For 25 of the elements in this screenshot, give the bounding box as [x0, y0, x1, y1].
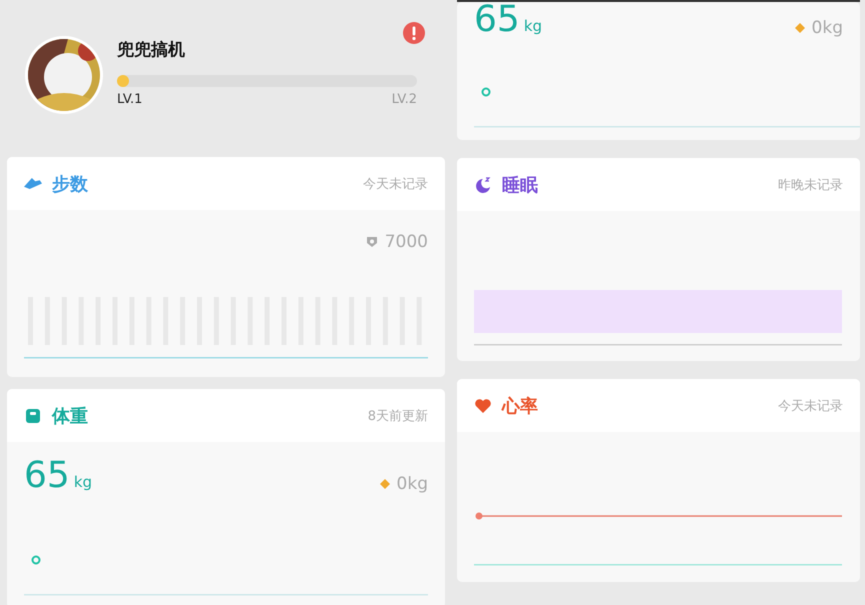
status-text: 8天前更新 — [368, 408, 428, 424]
goal-text: 7000 — [384, 232, 428, 252]
diamond-icon — [794, 22, 806, 34]
card-title: 体重 — [52, 404, 88, 428]
card-title: 睡眠 — [502, 174, 538, 196]
status-text: 今天未记录 — [778, 398, 843, 414]
card-title: 步数 — [52, 172, 88, 196]
shield-icon — [364, 235, 379, 249]
moon-icon — [474, 176, 492, 194]
change-text: 0kg — [812, 18, 843, 38]
alert-icon[interactable] — [403, 22, 425, 44]
status-text: 今天未记录 — [363, 176, 428, 192]
unit-text: kg — [74, 473, 92, 491]
status-text: 昨晚未记录 — [778, 176, 843, 194]
weight-value: 65 — [474, 2, 520, 38]
level-label: LV.1 — [117, 92, 142, 107]
unit-text: kg — [524, 17, 542, 35]
level-label: LV.2 — [392, 92, 417, 107]
change-text: 0kg — [396, 474, 428, 494]
diamond-icon — [378, 478, 391, 490]
scale-icon — [24, 406, 42, 424]
card-title: 心率 — [502, 394, 538, 418]
weight-value: 65 — [24, 458, 70, 494]
heart-icon — [474, 396, 492, 414]
user-name: 兜兜搞机 — [117, 39, 185, 61]
